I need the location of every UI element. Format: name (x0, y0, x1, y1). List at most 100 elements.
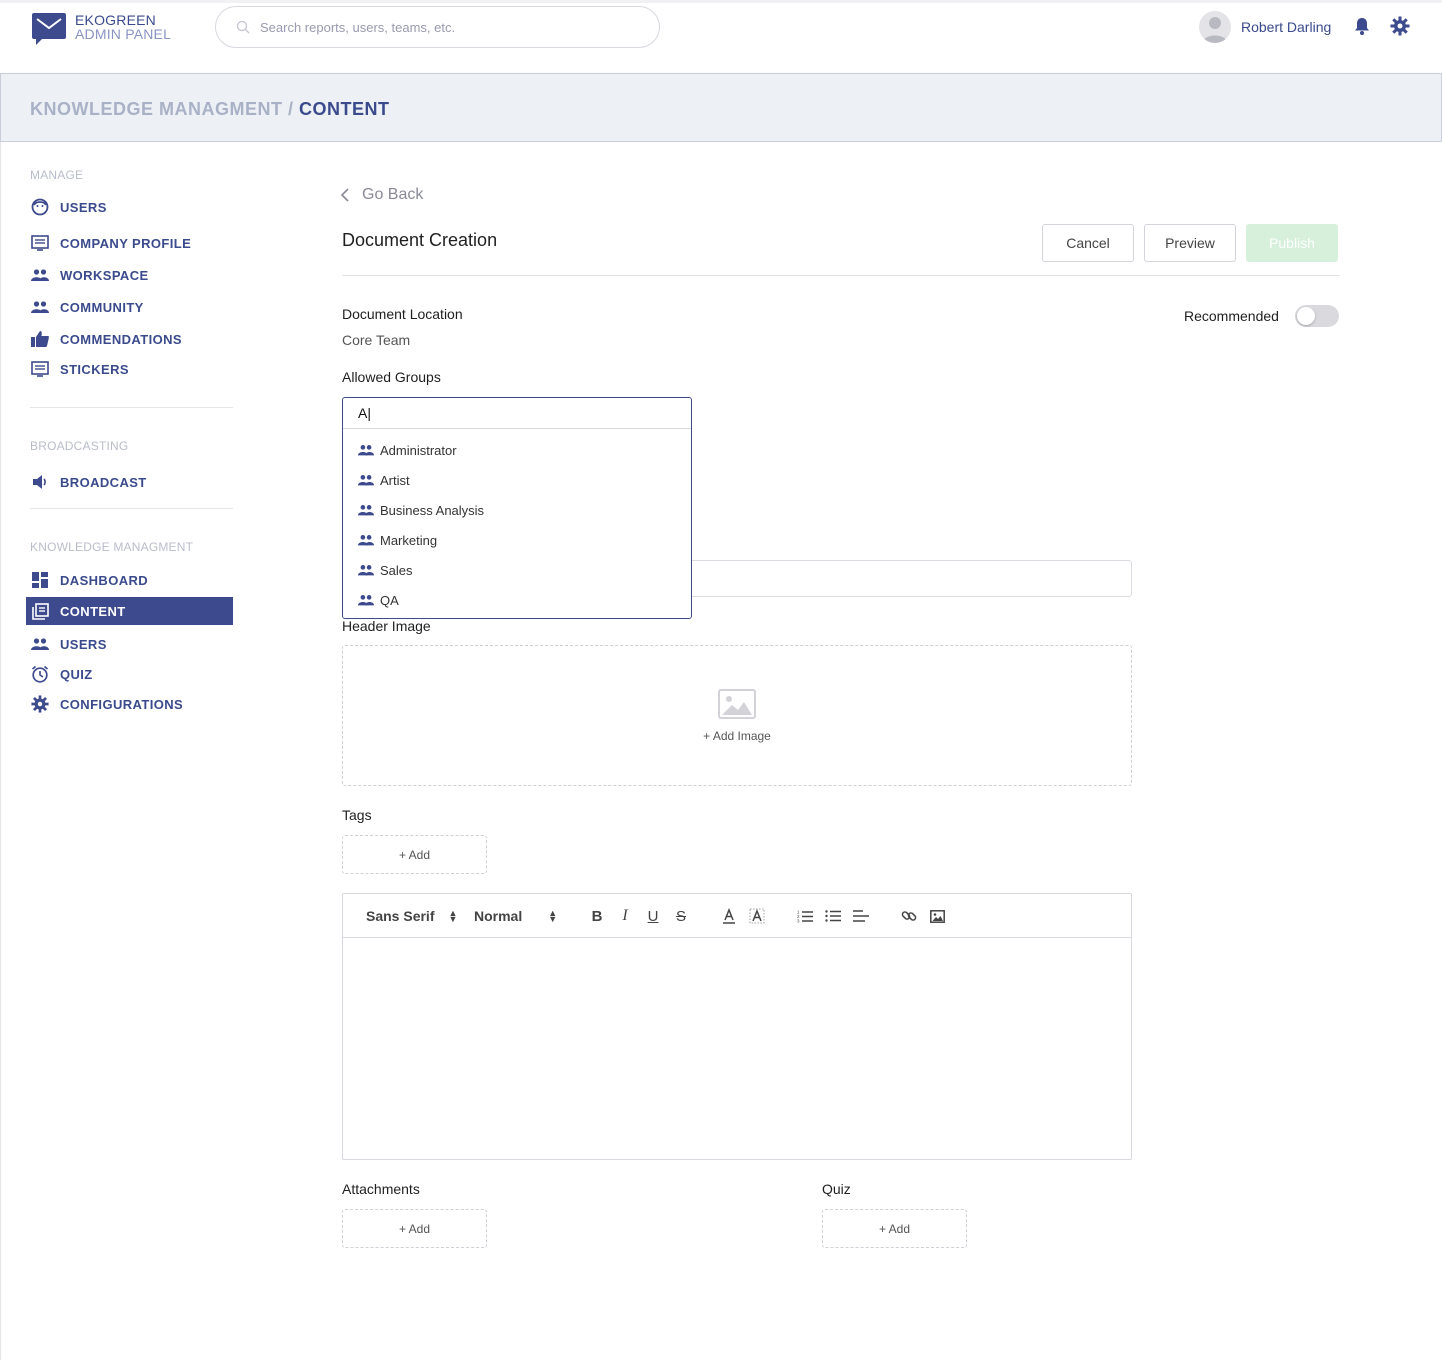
breadcrumb-current: CONTENT (299, 99, 390, 119)
bold-icon[interactable]: B (588, 907, 606, 925)
sidebar-item-broadcast[interactable]: BROADCAST (26, 468, 233, 496)
sidebar-item-label: WORKSPACE (60, 267, 149, 283)
font-size-select[interactable]: Normal ▲ ▼ (474, 908, 557, 924)
sidebar-item-company-profile[interactable]: COMPANY PROFILE (26, 229, 233, 257)
group-option[interactable]: Artist (358, 469, 410, 491)
thumbs-up-icon (31, 330, 49, 348)
sidebar-item-community[interactable]: COMMUNITY (26, 293, 233, 321)
group-option[interactable]: Sales (358, 559, 413, 581)
obscured-text-field[interactable] (692, 560, 1132, 597)
sidebar-item-label: BROADCAST (60, 474, 147, 490)
header-image-label: Header Image (342, 618, 431, 634)
sidebar-item-configurations[interactable]: CONFIGURATIONS (26, 690, 233, 718)
sidebar-section-knowledge: KNOWLEDGE MANAGMENT (30, 540, 194, 554)
brand-line-2: ADMIN PANEL (75, 26, 172, 42)
select-arrows-icon: ▲ ▼ (448, 908, 458, 924)
brand-line-1: EKOGREEN (75, 12, 156, 28)
global-search[interactable] (215, 6, 660, 48)
bell-icon[interactable] (1352, 16, 1372, 36)
content-icon (31, 602, 49, 620)
group-icon (358, 505, 374, 516)
go-back-link[interactable]: Go Back (340, 186, 423, 204)
sidebar-item-stickers[interactable]: STICKERS (26, 355, 233, 383)
sidebar-item-commendations[interactable]: COMMENDATIONS (26, 325, 233, 353)
sidebar-item-label: CONFIGURATIONS (60, 696, 184, 712)
gear-icon (31, 695, 49, 713)
sidebar-item-label: USERS (60, 199, 107, 215)
strikethrough-icon[interactable]: S (672, 907, 690, 925)
document-location-label: Document Location (342, 306, 463, 322)
group-icon (358, 535, 374, 546)
italic-icon[interactable]: I (616, 907, 634, 925)
sidebar-item-dashboard[interactable]: DASHBOARD (26, 566, 233, 594)
quiz-label: Quiz (822, 1181, 851, 1197)
cancel-button[interactable]: Cancel (1042, 224, 1134, 262)
underline-icon[interactable]: U (644, 907, 662, 925)
add-tag-button[interactable]: + Add (342, 835, 487, 874)
settings-gear-icon[interactable] (1390, 16, 1410, 36)
font-size-value: Normal (474, 908, 523, 924)
sidebar-item-label: STICKERS (60, 361, 129, 377)
recommended-label: Recommended (1184, 308, 1279, 324)
sidebar-divider (30, 407, 233, 408)
sidebar-item-label: COMPANY PROFILE (60, 235, 192, 251)
font-family-select[interactable]: Sans Serif ▲ ▼ (366, 908, 457, 924)
sidebar-item-label: COMMENDATIONS (60, 331, 182, 347)
highlight-icon[interactable] (748, 907, 766, 925)
align-icon[interactable] (852, 907, 870, 925)
chevron-left-icon (340, 188, 349, 202)
group-icon (358, 445, 374, 456)
sidebar-item-label: USERS (60, 636, 107, 652)
group-option[interactable]: Business Analysis (358, 499, 484, 521)
speaker-icon (31, 473, 49, 491)
add-attachment-button[interactable]: + Add (342, 1209, 487, 1248)
sidebar-item-workspace[interactable]: WORKSPACE (26, 261, 233, 289)
group-icon (358, 595, 374, 606)
rich-text-editor[interactable]: Sans Serif ▲ ▼ Normal ▲ ▼ B I U S 123 (342, 893, 1132, 1160)
bullet-list-icon[interactable] (824, 907, 842, 925)
top-bar: EKOGREEN ADMIN PANEL Robert Darling (0, 0, 1442, 73)
text-color-icon[interactable] (720, 907, 738, 925)
preview-button[interactable]: Preview (1144, 224, 1236, 262)
header-image-dropzone[interactable]: + Add Image (342, 645, 1132, 786)
breadcrumb-separator: / (288, 99, 294, 119)
sidebar-item-users[interactable]: USERS (26, 193, 233, 221)
breadcrumb: KNOWLEDGE MANAGMENT / CONTENT (30, 99, 390, 120)
image-icon[interactable] (928, 907, 946, 925)
search-icon (236, 20, 250, 34)
publish-button[interactable]: Publish (1246, 224, 1338, 262)
brand-name: EKOGREEN ADMIN PANEL (75, 13, 171, 41)
add-quiz-button[interactable]: + Add (822, 1209, 967, 1248)
people-icon (31, 635, 49, 653)
sidebar-item-quiz[interactable]: QUIZ (26, 660, 233, 688)
group-option-label: Administrator (380, 442, 457, 458)
face-icon (31, 198, 49, 216)
link-icon[interactable] (900, 907, 918, 925)
sidebar-item-km-users[interactable]: USERS (26, 630, 233, 658)
ordered-list-icon[interactable]: 123 (796, 907, 814, 925)
search-input[interactable] (260, 17, 640, 37)
breadcrumb-parent[interactable]: KNOWLEDGE MANAGMENT (30, 99, 282, 119)
sidebar-section-manage: MANAGE (30, 168, 84, 182)
sidebar-item-content[interactable]: CONTENT (26, 597, 233, 625)
go-back-label: Go Back (362, 186, 424, 203)
sidebar-item-label: CONTENT (60, 603, 126, 619)
user-name[interactable]: Robert Darling (1241, 19, 1331, 35)
sidebar-divider (30, 508, 233, 509)
avatar[interactable] (1199, 11, 1231, 43)
group-option[interactable]: QA (358, 589, 399, 611)
sidebar-item-label: DASHBOARD (60, 572, 149, 588)
group-option[interactable]: Administrator (358, 439, 457, 461)
group-option-label: Marketing (380, 532, 438, 548)
sidebar-item-label: COMMUNITY (60, 299, 144, 315)
svg-text:3: 3 (797, 919, 800, 924)
allowed-groups-input[interactable] (343, 398, 691, 429)
profile-card-icon (31, 234, 49, 252)
group-option[interactable]: Marketing (358, 529, 437, 551)
editor-content-area[interactable] (343, 938, 1131, 1159)
document-location-value: Core Team (342, 332, 411, 348)
logo-icon (32, 13, 66, 45)
allowed-groups-dropdown[interactable]: Administrator Artist Business Analysis M… (342, 397, 692, 619)
editor-toolbar: Sans Serif ▲ ▼ Normal ▲ ▼ B I U S 123 (343, 894, 1131, 938)
recommended-toggle[interactable] (1295, 305, 1339, 327)
